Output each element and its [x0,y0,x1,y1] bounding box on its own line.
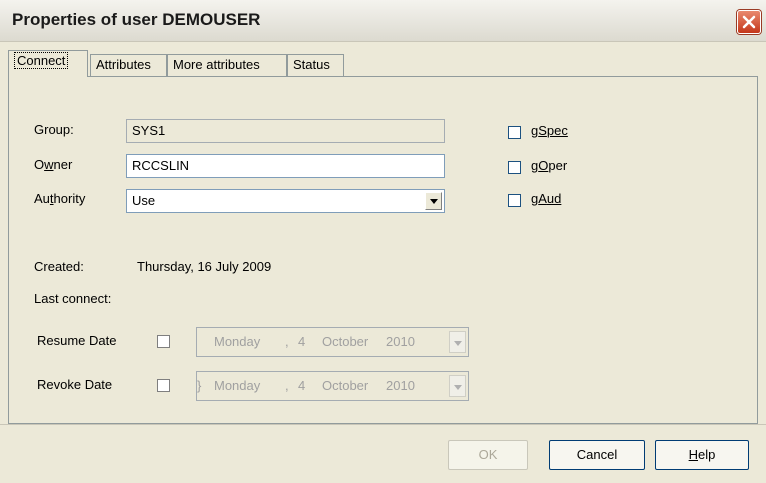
authority-select[interactable]: Use [126,189,445,213]
resume-date-label: Resume Date [37,333,117,348]
user-properties-dialog: Properties of user DEMOUSER Connect Attr… [0,0,766,483]
connect-panel: Group: SYS1 Owner RCCSLIN Authority Use … [8,76,758,424]
resume-year: 2010 [386,334,415,349]
gaud-label[interactable]: gAud [531,191,561,206]
resume-day: 4 [298,334,306,349]
help-button[interactable]: Help [655,440,749,470]
resume-date-picker[interactable]: Monday , 4 October 2010 [196,327,469,357]
cancel-button[interactable]: Cancel [549,440,645,470]
created-label: Created: [34,259,84,274]
tab-attributes[interactable]: Attributes [90,54,167,76]
resume-month: October [322,334,369,349]
resume-date-checkbox[interactable] [157,335,170,348]
gspec-checkbox[interactable] [508,126,521,139]
revoke-date-dropdown[interactable] [449,375,466,397]
resume-date-dropdown[interactable] [449,331,466,353]
revoke-year: 2010 [386,378,415,393]
group-label: Group: [34,122,74,137]
revoke-day: 4 [298,378,306,393]
authority-label: Authority [34,191,86,206]
resume-weekday: Monday [214,334,261,349]
gaud-checkbox[interactable] [508,194,521,207]
gspec-label[interactable]: gSpec [531,123,568,138]
owner-field[interactable]: RCCSLIN [126,154,445,178]
tab-connect[interactable]: Connect [8,50,88,77]
ok-button[interactable]: OK [448,440,528,470]
window-title: Properties of user DEMOUSER [12,10,261,29]
revoke-month: October [322,378,369,393]
goper-checkbox[interactable] [508,161,521,174]
revoke-sep: , [285,378,289,393]
resume-sep: , [285,334,289,349]
title-bar[interactable]: Properties of user DEMOUSER [0,0,766,42]
authority-value: Use [132,193,156,208]
last-connect-label: Last connect: [34,291,112,306]
footer-divider [0,424,766,425]
owner-label: Owner [34,157,73,172]
created-value: Thursday, 16 July 2009 [137,259,272,274]
revoke-date-checkbox[interactable] [157,379,170,392]
group-field: SYS1 [126,119,445,143]
authority-dropdown-button[interactable] [425,192,442,210]
tab-status[interactable]: Status [287,54,344,76]
goper-label[interactable]: gOper [531,158,567,173]
close-button[interactable] [737,10,761,34]
tab-more-attributes[interactable]: More attributes [167,54,287,76]
revoke-date-label: Revoke Date [37,377,113,392]
revoke-weekday: Monday [214,378,261,393]
revoke-date-picker[interactable]: Monday , 4 October 2010 } [196,371,469,401]
